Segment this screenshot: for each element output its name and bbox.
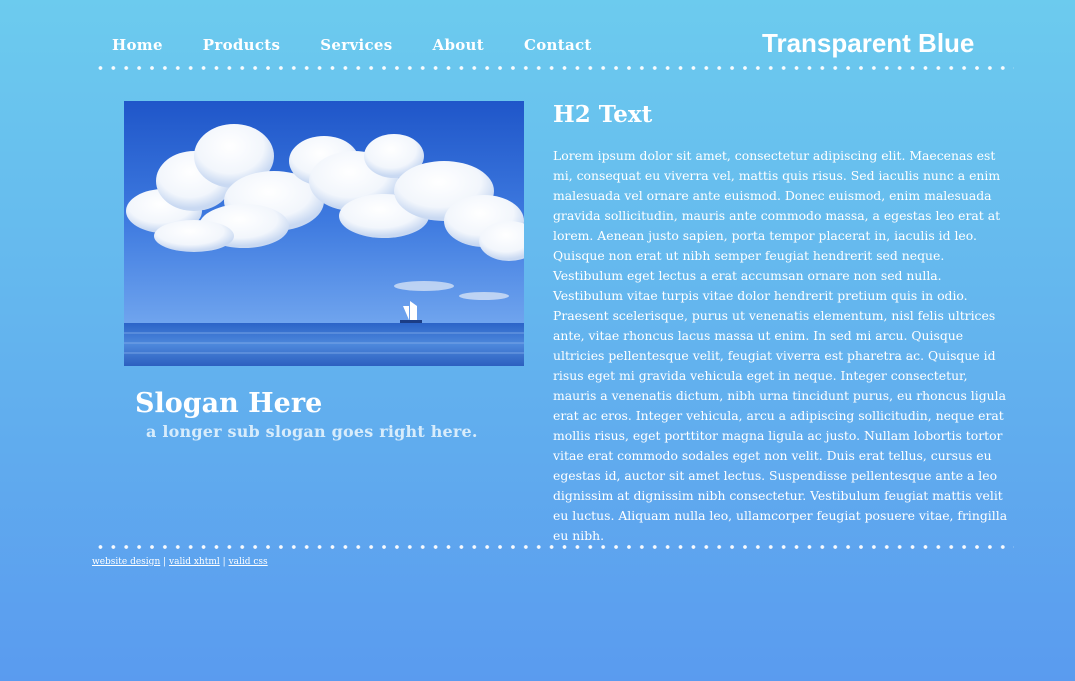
top-dotted-divider xyxy=(94,66,1014,70)
bottom-dotted-divider xyxy=(94,545,1014,549)
nav-services-link[interactable]: Services xyxy=(320,36,392,54)
nav-contact-link[interactable]: Contact xyxy=(524,36,592,54)
slogan-title: Slogan Here xyxy=(135,388,323,419)
hero-image xyxy=(124,101,524,366)
nav-home-link[interactable]: Home xyxy=(112,36,163,54)
site-title: Transparent Blue xyxy=(762,28,975,58)
sky-sea-photo xyxy=(124,101,524,366)
content-heading: H2 Text xyxy=(553,101,653,128)
nav-about-link[interactable]: About xyxy=(433,36,484,54)
footer: website design | valid xhtml | valid css xyxy=(92,557,268,567)
footer-separator: | xyxy=(163,557,167,567)
main-nav: Home Products Services About Contact xyxy=(112,36,632,54)
footer-separator: | xyxy=(222,557,226,567)
slogan-subtitle: a longer sub slogan goes right here. xyxy=(146,422,478,441)
footer-valid-xhtml-link[interactable]: valid xhtml xyxy=(169,557,220,567)
content-paragraph: Lorem ipsum dolor sit amet, consectetur … xyxy=(553,148,1008,543)
footer-valid-css-link[interactable]: valid css xyxy=(229,557,268,567)
nav-products-link[interactable]: Products xyxy=(203,36,281,54)
footer-website-design-link[interactable]: website design xyxy=(92,557,160,567)
